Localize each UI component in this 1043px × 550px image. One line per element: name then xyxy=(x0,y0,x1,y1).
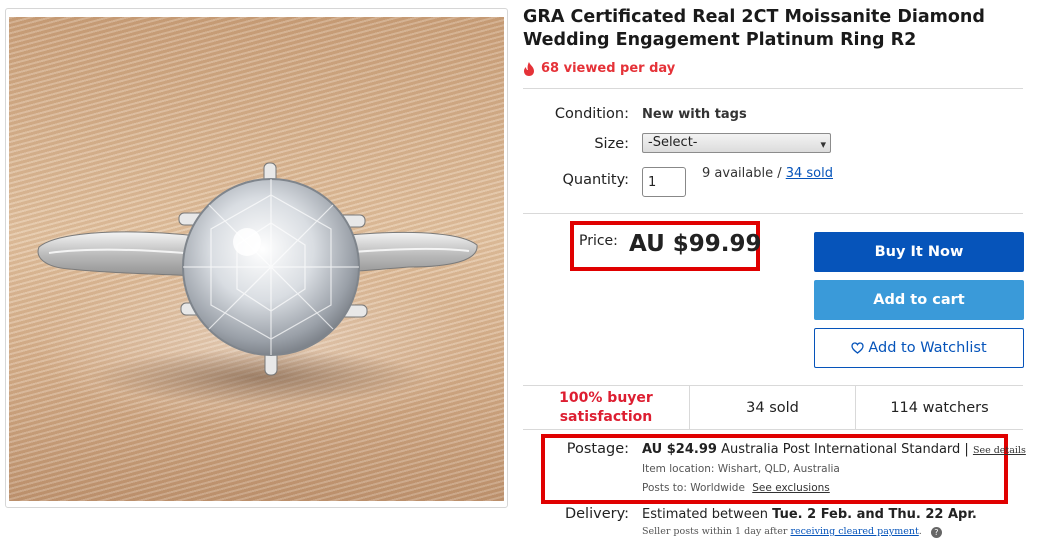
item-location: Item location: Wishart, QLD, Australia xyxy=(642,463,840,475)
delivery-note-prefix: Seller posts within 1 day after xyxy=(642,526,791,537)
size-selected-value: -Select- xyxy=(648,135,698,150)
price-value: AU $99.99 xyxy=(629,231,762,257)
buy-it-now-button[interactable]: Buy It Now xyxy=(814,232,1024,272)
quantity-label: Quantity: xyxy=(562,172,630,188)
help-icon[interactable]: ? xyxy=(930,527,942,538)
delivery-note-suffix: . xyxy=(918,526,922,537)
delivery-prefix: Estimated between xyxy=(642,507,773,522)
sold-count-link[interactable]: 34 sold xyxy=(786,166,833,181)
delivery-note: Seller posts within 1 day after receivin… xyxy=(642,526,942,538)
delivery-label: Delivery: xyxy=(564,506,629,522)
posts-to: Posts to: Worldwide xyxy=(642,482,745,494)
add-to-cart-button[interactable]: Add to cart xyxy=(814,280,1024,320)
satisfaction-line2: satisfaction xyxy=(559,408,653,425)
size-label: Size: xyxy=(594,136,629,152)
condition-value: New with tags xyxy=(642,107,747,122)
heart-icon xyxy=(851,342,864,354)
delivery-estimate: Estimated between Tue. 2 Feb. and Thu. 2… xyxy=(642,507,977,522)
size-select[interactable]: -Select- ▾ xyxy=(642,133,831,153)
watchlist-label: Add to Watchlist xyxy=(868,340,987,356)
chevron-down-icon: ▾ xyxy=(820,138,826,151)
seller-stats: 100% buyer satisfaction 34 sold 114 watc… xyxy=(523,385,1023,430)
availability: 9 available / 34 sold xyxy=(702,166,833,181)
product-photo[interactable] xyxy=(9,17,504,501)
satisfaction-line1: 100% buyer xyxy=(559,389,653,406)
postage-info: AU $24.99 Australia Post International S… xyxy=(642,442,1026,457)
flame-icon xyxy=(524,61,534,76)
see-details-link[interactable]: See details xyxy=(973,445,1026,456)
see-exclusions-link[interactable]: See exclusions xyxy=(752,482,830,494)
divider-top xyxy=(523,88,1023,89)
watchers-count: 114 watchers xyxy=(890,399,989,416)
cleared-payment-link[interactable]: receiving cleared payment xyxy=(790,526,918,537)
product-image-frame xyxy=(5,8,508,508)
postage-cost: AU $24.99 xyxy=(642,442,717,457)
add-to-watchlist-button[interactable]: Add to Watchlist xyxy=(814,328,1024,368)
views-text: 68 viewed per day xyxy=(541,61,676,76)
condition-label: Condition: xyxy=(554,106,629,122)
delivery-range: Tue. 2 Feb. and Thu. 22 Apr. xyxy=(772,507,977,522)
sold-count: 34 sold xyxy=(690,386,856,429)
price-label: Price: xyxy=(579,233,618,249)
available-count: 9 available / xyxy=(702,166,782,181)
buyer-satisfaction: 100% buyer satisfaction xyxy=(523,386,690,429)
postage-label: Postage: xyxy=(566,441,629,457)
product-title: GRA Certificated Real 2CT Moissanite Dia… xyxy=(523,7,985,50)
postage-service: Australia Post International Standard | xyxy=(721,442,969,457)
posts-to-row: Posts to: Worldwide See exclusions xyxy=(642,482,830,494)
divider-price xyxy=(523,213,1023,214)
views-indicator: 68 viewed per day xyxy=(523,61,675,76)
ring-illustration xyxy=(37,162,478,405)
quantity-input[interactable]: 1 xyxy=(642,167,686,197)
